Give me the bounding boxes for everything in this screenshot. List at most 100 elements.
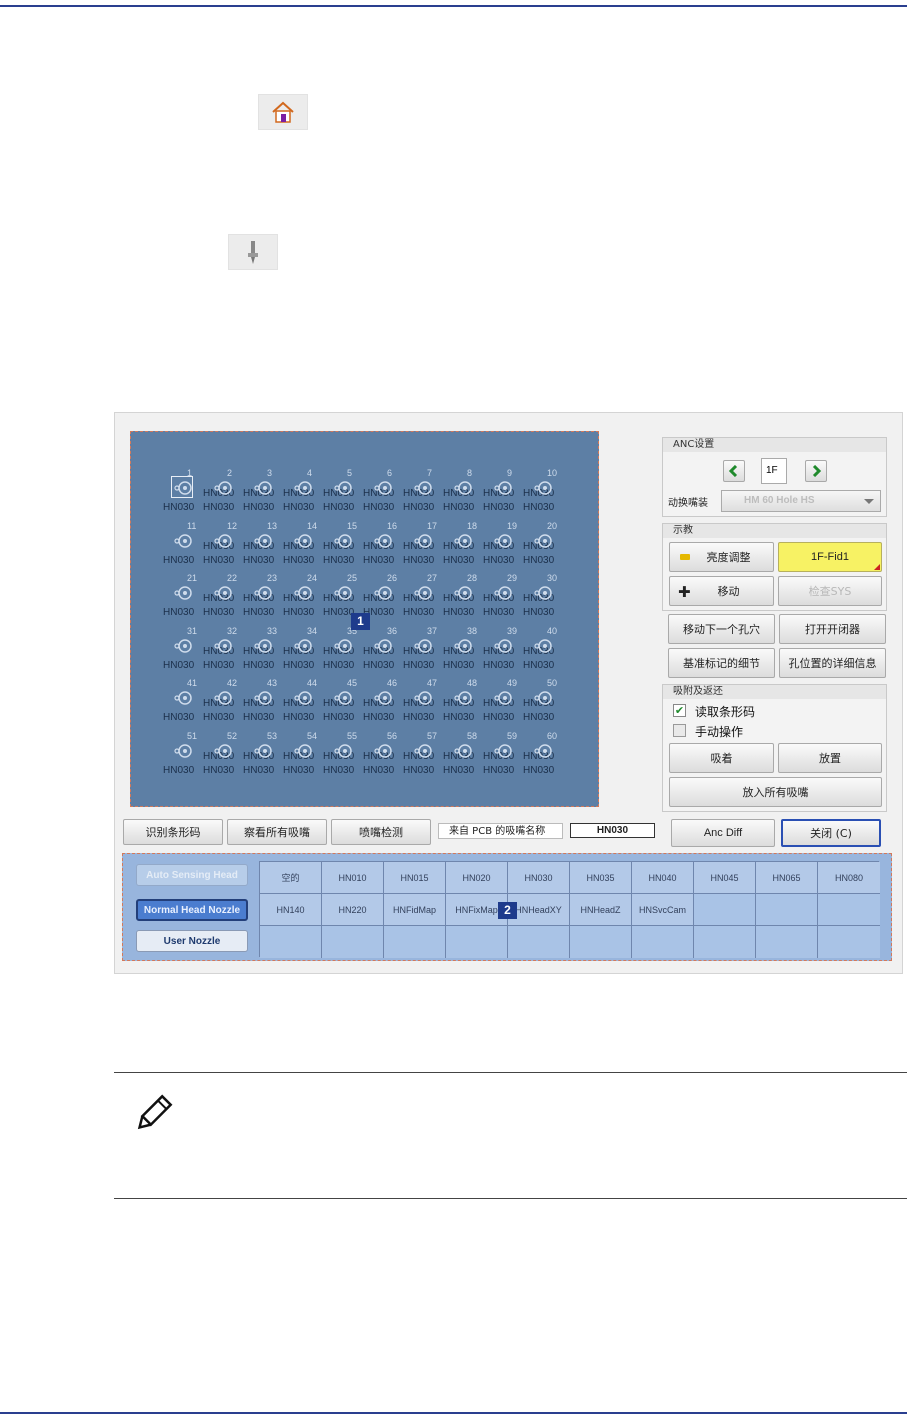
library-nozzle-hn015[interactable]: HN015 — [384, 862, 446, 894]
move-button[interactable]: ✚ 移动 — [669, 576, 774, 606]
library-empty-cell[interactable] — [570, 926, 632, 958]
nozzle-station-39[interactable]: 39 HN030 HN030 — [483, 626, 554, 678]
nozzle-station-32[interactable]: 32 HN030 HN030 — [203, 626, 274, 678]
barcode-recognize-button[interactable]: 识别条形码 — [123, 819, 223, 845]
fid-detail-button[interactable]: 基准标记的细节 — [668, 648, 775, 678]
nozzle-station-60[interactable]: 60 HN030 — [523, 731, 563, 783]
library-nozzle-hn035[interactable]: HN035 — [570, 862, 632, 894]
library-empty-cell[interactable] — [818, 894, 880, 926]
nozzle-station-21[interactable]: 21 HN030 HN030 — [163, 573, 234, 625]
nozzle-station-13[interactable]: 13 HN030 HN030 — [243, 521, 314, 573]
close-button[interactable]: 关闭 (C) — [781, 819, 881, 847]
place-all-button[interactable]: 放入所有吸嘴 — [669, 777, 882, 807]
nozzle-station-48[interactable]: 48 HN030 HN030 — [443, 678, 514, 730]
library-empty-cell[interactable] — [260, 926, 322, 958]
nozzle-station-37[interactable]: 37 HN030 HN030 — [403, 626, 474, 678]
nozzle-station-41[interactable]: 41 HN030 HN030 — [163, 678, 234, 730]
nozzle-station-54[interactable]: 54 HN030 HN030 — [283, 731, 354, 783]
library-nozzle-空的[interactable]: 空的 — [260, 862, 322, 894]
nozzle-check-button[interactable]: 喷嘴检测 — [331, 819, 431, 845]
nozzle-station-22[interactable]: 22 HN030 HN030 — [203, 573, 274, 625]
library-empty-cell[interactable] — [384, 926, 446, 958]
nozzle-station-55[interactable]: 55 HN030 HN030 — [323, 731, 394, 783]
nozzle-station-45[interactable]: 45 HN030 HN030 — [323, 678, 394, 730]
nozzle-station-8[interactable]: 8 HN030 HN030 — [443, 468, 514, 520]
move-next-hole-button[interactable]: 移动下一个孔穴 — [668, 614, 775, 644]
library-nozzle-hnsvccam[interactable]: HNSvcCam — [632, 894, 694, 926]
nozzle-station-29[interactable]: 29 HN030 HN030 — [483, 573, 554, 625]
nozzle-station-9[interactable]: 9 HN030 HN030 — [483, 468, 554, 520]
nozzle-change-select[interactable]: HM 60 Hole HS — [721, 490, 881, 512]
nozzle-station-49[interactable]: 49 HN030 HN030 — [483, 678, 554, 730]
library-nozzle-hnheadxy[interactable]: HNHeadXY — [508, 894, 570, 926]
library-empty-cell[interactable] — [694, 926, 756, 958]
library-empty-cell[interactable] — [818, 926, 880, 958]
nozzle-station-17[interactable]: 17 HN030 HN030 — [403, 521, 474, 573]
library-empty-cell[interactable] — [508, 926, 570, 958]
library-empty-cell[interactable] — [632, 926, 694, 958]
nozzle-station-43[interactable]: 43 HN030 HN030 — [243, 678, 314, 730]
nozzle-station-51[interactable]: 51 HN030 HN030 — [163, 731, 234, 783]
nozzle-station-47[interactable]: 47 HN030 HN030 — [403, 678, 474, 730]
nozzle-station-50[interactable]: 50 HN030 — [523, 678, 563, 730]
library-nozzle-hn030[interactable]: HN030 — [508, 862, 570, 894]
nozzle-station-5[interactable]: 5 HN030 HN030 — [323, 468, 394, 520]
nozzle-station-38[interactable]: 38 HN030 HN030 — [443, 626, 514, 678]
nozzle-station-11[interactable]: 11 HN030 HN030 — [163, 521, 234, 573]
anc-diff-button[interactable]: Anc Diff — [671, 819, 775, 847]
nozzle-station-40[interactable]: 40 HN030 — [523, 626, 563, 678]
nozzle-station-33[interactable]: 33 HN030 HN030 — [243, 626, 314, 678]
nozzle-station-57[interactable]: 57 HN030 HN030 — [403, 731, 474, 783]
nozzle-station-14[interactable]: 14 HN030 HN030 — [283, 521, 354, 573]
library-nozzle-hn040[interactable]: HN040 — [632, 862, 694, 894]
library-nozzle-hn065[interactable]: HN065 — [756, 862, 818, 894]
nozzle-station-53[interactable]: 53 HN030 HN030 — [243, 731, 314, 783]
nozzle-station-34[interactable]: 34 HN030 HN030 — [283, 626, 354, 678]
nozzle-station-52[interactable]: 52 HN030 HN030 — [203, 731, 274, 783]
next-station-button[interactable] — [805, 460, 827, 482]
library-empty-cell[interactable] — [446, 926, 508, 958]
nozzle-station-7[interactable]: 7 HN030 HN030 — [403, 468, 474, 520]
nozzle-station-42[interactable]: 42 HN030 HN030 — [203, 678, 274, 730]
library-nozzle-hn010[interactable]: HN010 — [322, 862, 384, 894]
library-empty-cell[interactable] — [756, 894, 818, 926]
auto-sensing-head-button[interactable]: Auto Sensing Head — [136, 864, 248, 886]
nozzle-station-10[interactable]: 10 HN030 — [523, 468, 563, 520]
nozzle-station-20[interactable]: 20 HN030 — [523, 521, 563, 573]
library-nozzle-hn080[interactable]: HN080 — [818, 862, 880, 894]
nozzle-station-36[interactable]: 36 HN030 HN030 — [363, 626, 434, 678]
nozzle-station-56[interactable]: 56 HN030 HN030 — [363, 731, 434, 783]
nozzle-station-2[interactable]: 2 HN030 HN030 — [203, 468, 274, 520]
nozzle-station-44[interactable]: 44 HN030 HN030 — [283, 678, 354, 730]
library-nozzle-hn020[interactable]: HN020 — [446, 862, 508, 894]
hole-detail-button[interactable]: 孔位置的详细信息 — [779, 648, 886, 678]
pick-button[interactable]: 吸着 — [669, 743, 774, 773]
user-nozzle-button[interactable]: User Nozzle — [136, 930, 248, 952]
normal-head-nozzle-button[interactable]: Normal Head Nozzle — [136, 899, 248, 921]
library-nozzle-hn140[interactable]: HN140 — [260, 894, 322, 926]
nozzle-station-59[interactable]: 59 HN030 HN030 — [483, 731, 554, 783]
nozzle-station-31[interactable]: 31 HN030 HN030 — [163, 626, 234, 678]
nozzle-station-24[interactable]: 24 HN030 HN030 — [283, 573, 354, 625]
nozzle-station-15[interactable]: 15 HN030 HN030 — [323, 521, 394, 573]
brightness-button[interactable]: 亮度调整 — [669, 542, 774, 572]
nozzle-station-3[interactable]: 3 HN030 HN030 — [243, 468, 314, 520]
nozzle-station-23[interactable]: 23 HN030 HN030 — [243, 573, 314, 625]
nozzle-station-18[interactable]: 18 HN030 HN030 — [443, 521, 514, 573]
nozzle-station-46[interactable]: 46 HN030 HN030 — [363, 678, 434, 730]
nozzle-station-58[interactable]: 58 HN030 HN030 — [443, 731, 514, 783]
station-field[interactable]: 1F — [761, 458, 787, 484]
nozzle-station-16[interactable]: 16 HN030 HN030 — [363, 521, 434, 573]
nozzle-station-12[interactable]: 12 HN030 HN030 — [203, 521, 274, 573]
open-shutter-button[interactable]: 打开开闭器 — [779, 614, 886, 644]
prev-station-button[interactable] — [723, 460, 745, 482]
library-nozzle-hnfidmap[interactable]: HNFidMap — [384, 894, 446, 926]
library-empty-cell[interactable] — [694, 894, 756, 926]
library-nozzle-hn045[interactable]: HN045 — [694, 862, 756, 894]
manual-operation-checkbox[interactable] — [673, 724, 686, 737]
library-nozzle-hnheadz[interactable]: HNHeadZ — [570, 894, 632, 926]
nozzle-station-4[interactable]: 4 HN030 HN030 — [283, 468, 354, 520]
nozzle-station-19[interactable]: 19 HN030 HN030 — [483, 521, 554, 573]
nozzle-station-6[interactable]: 6 HN030 HN030 — [363, 468, 434, 520]
nozzle-station-1[interactable]: 1 HN030 HN030 — [163, 468, 234, 520]
